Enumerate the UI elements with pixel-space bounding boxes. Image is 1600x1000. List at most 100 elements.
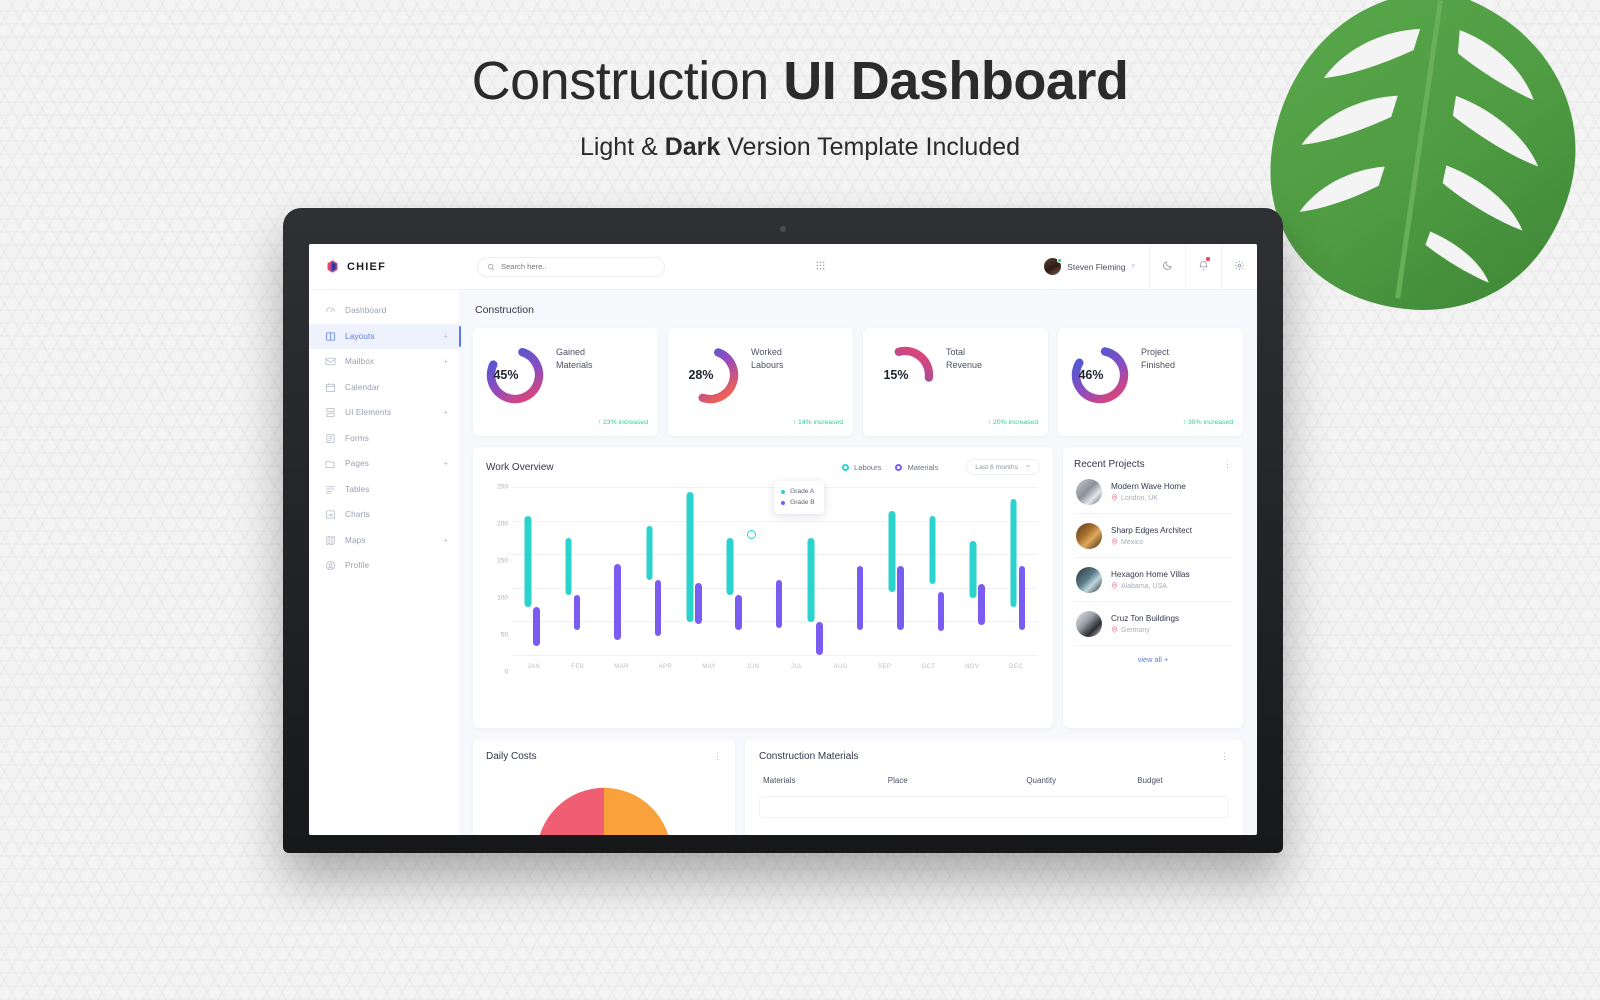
- bar-column-sep[interactable]: [839, 487, 873, 655]
- pie-slice-left: [539, 787, 604, 835]
- list-item[interactable]: Modern Wave Home London, UK: [1074, 470, 1232, 514]
- chart-legend: Labours Materials Last 6 months: [842, 459, 1040, 475]
- brand-logo[interactable]: CHIEF: [309, 244, 459, 290]
- bar-grade-b: [816, 622, 823, 655]
- list-item[interactable]: Cruz Ton Buildings Germany: [1074, 602, 1232, 646]
- laptop-screen: CHIEF Dashboard Layouts + Mailbox + Cale…: [309, 244, 1257, 835]
- bar-grade-b: [695, 582, 702, 624]
- table-header-row: Materials Place Quantity Budget: [759, 776, 1229, 785]
- bar-column-dec[interactable]: [960, 487, 994, 655]
- legend-label: Labours: [854, 462, 882, 472]
- page-main-title: Construction UI Dashboard: [0, 51, 1600, 111]
- bar-column-jun[interactable]: [717, 487, 751, 655]
- arrow-up-icon: ↑: [987, 419, 992, 426]
- bar-column-oct[interactable]: [879, 487, 913, 655]
- sidebar-item-maps[interactable]: Maps +: [309, 528, 459, 554]
- bar-column-nov[interactable]: [920, 487, 954, 655]
- project-location: Germany: [1111, 625, 1179, 635]
- sidebar-item-profile[interactable]: Profile: [309, 553, 459, 579]
- expand-indicator: +: [443, 408, 448, 418]
- bar-grade-a: [726, 537, 734, 596]
- stat-card-total-revenue[interactable]: 15% Total Revenue ↑ 20% increased: [863, 328, 1048, 436]
- search-input[interactable]: [501, 262, 655, 271]
- content-area: Construction 45% Gained Materials ↑ 23% …: [459, 290, 1257, 835]
- notifications-button[interactable]: [1185, 244, 1221, 290]
- donut-chart: 15%: [874, 344, 936, 406]
- column-header-place: Place: [887, 776, 908, 785]
- bar-column-dec2[interactable]: [1001, 487, 1035, 655]
- y-tick-label: 150: [497, 557, 508, 565]
- bar-grade-b: [654, 580, 662, 636]
- online-status-dot: [1057, 258, 1063, 263]
- donut-chart: 28%: [679, 344, 741, 406]
- dashboard-app: CHIEF Dashboard Layouts + Mailbox + Cale…: [309, 244, 1257, 835]
- grid-apps-icon[interactable]: [815, 258, 826, 276]
- list-item[interactable]: Hexagon Home Villas Alabama, USA: [1074, 558, 1232, 602]
- page-subtitle: Light & Dark Version Template Included: [0, 133, 1600, 162]
- stat-label-line1: Total: [946, 347, 966, 357]
- legend-item-materials[interactable]: Materials: [895, 463, 938, 472]
- stat-card-project-finished[interactable]: 46% Project Finished ↑ 35% increased: [1058, 328, 1243, 436]
- recent-projects-card: Recent Projects ⋮ Modern Wave Home Londo…: [1063, 447, 1243, 728]
- sidebar-item-tables[interactable]: Tables: [309, 477, 459, 503]
- bar-column-jan[interactable]: [515, 487, 549, 655]
- book-icon: [325, 331, 336, 342]
- more-vertical-icon[interactable]: ⋮: [1223, 460, 1232, 469]
- sidebar: CHIEF Dashboard Layouts + Mailbox + Cale…: [309, 244, 461, 835]
- stat-label-line1: Project: [1141, 347, 1170, 357]
- stat-card-gained-materials[interactable]: 45% Gained Materials ↑ 23% increased: [473, 328, 658, 436]
- sidebar-item-ui-elements[interactable]: UI Elements +: [309, 400, 459, 426]
- y-tick-label: 0: [504, 668, 508, 676]
- x-tick-label: JUN: [746, 664, 760, 670]
- more-vertical-icon[interactable]: ⋮: [1220, 752, 1229, 761]
- x-tick-label: AUG: [833, 664, 848, 670]
- project-location: London, UK: [1111, 493, 1186, 503]
- column-header-materials: Materials: [763, 776, 796, 785]
- stat-card-worked-labours[interactable]: 28% Worked Labours ↑ 14% increased: [668, 328, 853, 436]
- x-tick-label: OCT: [921, 664, 936, 670]
- table-row[interactable]: [759, 796, 1229, 818]
- search-box[interactable]: [477, 256, 665, 277]
- bar-grade-a: [807, 538, 815, 623]
- status-badge: ↑ 23% increased: [598, 419, 648, 426]
- x-tick-label: NOV: [965, 664, 980, 670]
- sidebar-item-label: Tables: [345, 484, 370, 494]
- bar-column-apr[interactable]: [637, 487, 671, 655]
- tooltip-row-grade-a: Grade A: [781, 487, 815, 498]
- sidebar-item-calendar[interactable]: Calendar: [309, 375, 459, 401]
- sidebar-item-pages[interactable]: Pages +: [309, 451, 459, 477]
- more-vertical-icon[interactable]: ⋮: [713, 752, 722, 761]
- bar-grade-a: [1010, 498, 1017, 607]
- sidebar-item-mailbox[interactable]: Mailbox +: [309, 349, 459, 375]
- location-text: London, UK: [1121, 494, 1158, 502]
- settings-button[interactable]: [1221, 244, 1257, 290]
- bar-grade-b: [1018, 566, 1026, 630]
- location-pin-icon: [1111, 625, 1118, 635]
- sidebar-item-dashboard[interactable]: Dashboard: [309, 298, 459, 324]
- bar-grade-a: [686, 491, 694, 623]
- status-badge: ↑ 20% increased: [988, 419, 1038, 426]
- stat-label: Gained Materials: [546, 340, 593, 424]
- sidebar-item-charts[interactable]: Charts: [309, 502, 459, 528]
- x-tick-label: FEB: [571, 664, 585, 670]
- x-tick-label: JUL: [790, 664, 803, 670]
- bar-column-feb[interactable]: [556, 487, 590, 655]
- layers-icon: [325, 407, 336, 418]
- view-all-link[interactable]: view all +: [1074, 646, 1232, 664]
- pages-icon: [325, 458, 336, 469]
- stat-percent: 45%: [493, 368, 519, 382]
- sidebar-item-label: Forms: [345, 433, 369, 443]
- project-info: Cruz Ton Buildings Germany: [1111, 614, 1179, 635]
- list-item[interactable]: Sharp Edges Architect Mexico: [1074, 514, 1232, 558]
- time-range-select[interactable]: Last 6 months: [966, 459, 1040, 475]
- legend-item-labours[interactable]: Labours: [842, 463, 881, 472]
- bar-column-mar[interactable]: [596, 487, 630, 655]
- dark-mode-toggle[interactable]: [1149, 244, 1185, 290]
- sidebar-item-layouts[interactable]: Layouts +: [309, 323, 461, 349]
- user-menu[interactable]: Steven Fleming ˅: [1044, 258, 1149, 275]
- location-pin-icon: [1111, 537, 1118, 547]
- sidebar-item-forms[interactable]: Forms: [309, 426, 459, 452]
- bar-grade-b: [937, 592, 945, 631]
- bar-column-may[interactable]: [677, 487, 711, 655]
- delta-text: 23% increased: [603, 419, 648, 426]
